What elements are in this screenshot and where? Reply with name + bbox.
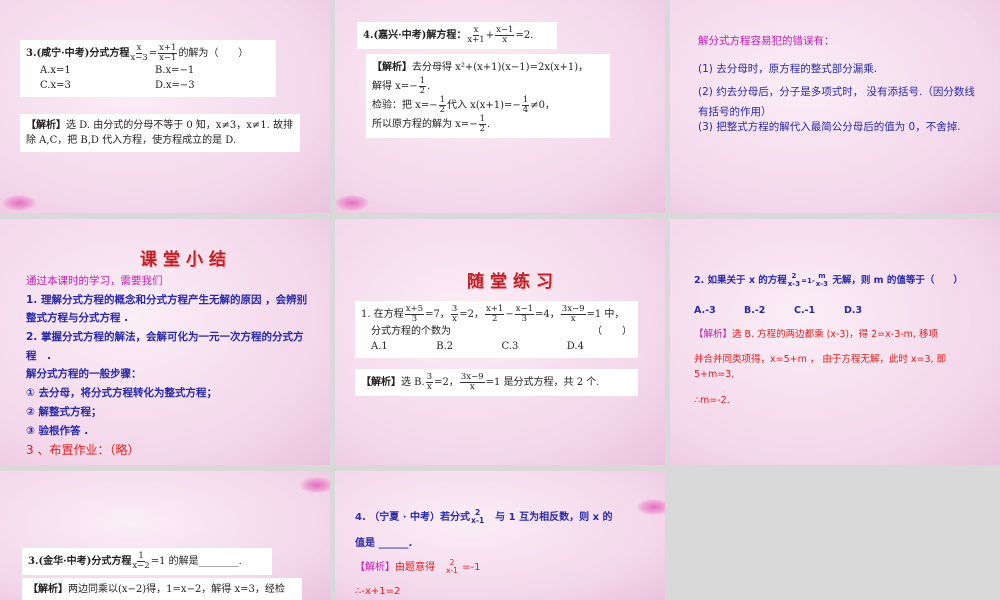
- option-d: D.x=−3: [155, 79, 195, 91]
- summary-content: 通过本课时的学习，需要我们 1. 理解分式方程的概念和分式方程产生无解的原因 ，…: [26, 272, 308, 462]
- option-d: D.3: [844, 305, 863, 316]
- flower-decoration: [2, 195, 36, 211]
- list-item: 解分式方程的一般步骤：: [26, 368, 142, 381]
- fraction: x x−3: [130, 43, 148, 63]
- slide-5[interactable]: 随堂练习 1. 在方程 x+5 3 =7， 3 x =2， x+1 2− x−1 3 =4， 3x−9 x…: [335, 219, 665, 465]
- question-box: 1. 在方程 x+5 3 =7， 3 x =2， x+1 2− x−1 3 =4， 3x−9 x =1 中，…: [355, 301, 638, 358]
- list-item: 2. 掌握分式方程的解法，会解可化为一元一次方程的分式方程 .: [26, 331, 304, 362]
- flower-decoration: [335, 195, 369, 211]
- fraction: x+1 x−1: [158, 43, 178, 63]
- list-item: ① 去分母，将分式方程转化为整式方程；: [26, 387, 218, 400]
- option-c: C.3: [501, 340, 519, 352]
- question-box: 3.(咸宁·中考)分式方程 x x−3 = x+1 x−1 的解为（ ） A.x=1 B.x=…: [20, 40, 276, 97]
- list-item: 1. 理解分式方程的概念和分式方程产生无解的原因 ，会辨别整式方程与分式方程 .: [26, 293, 308, 325]
- slide-1[interactable]: 3.(咸宁·中考)分式方程 x x−3 = x+1 x−1 的解为（ ） A.x=1 B.x=…: [0, 0, 330, 213]
- list-item: (3) 把整式方程的解代入最简公分母后的值为 0，不舍掉.: [698, 121, 961, 134]
- option-c: C.x=3: [40, 79, 71, 91]
- slide-2[interactable]: 4.(嘉兴·中考)解方程： x x+1 + x−1 x =2. 【解析】去分母得 x²+(x…: [335, 0, 665, 213]
- options: A.-3 B.-2 C.-1 D.3: [694, 303, 894, 320]
- option-b: B.x=−1: [155, 64, 195, 76]
- analysis-text: 【解析】选 B. 方程的两边都乘 (x-3)，得 2=x-3-m, 移项 并合并…: [694, 329, 947, 406]
- option-d: D.4: [566, 340, 584, 352]
- question-text: 4. （宁夏 · 中考）若分式 2 x-1 与 1 互为相反数，则 x 的: [355, 508, 613, 525]
- list-item: ② 解整式方程；: [26, 405, 102, 418]
- slide-4[interactable]: 课堂小结 通过本课时的学习，需要我们 1. 理解分式方程的概念和分式方程产生无解…: [0, 219, 330, 465]
- analysis-text: 【解析】由题意得 2 x-1 =-1: [355, 558, 481, 575]
- slide-heading: 解分式方程容易犯的错误有：: [698, 35, 835, 47]
- analysis-line3: ∴-x+1=2: [355, 586, 401, 597]
- slide-title: 课堂小结: [140, 250, 232, 270]
- option-a: A.-3: [694, 305, 716, 316]
- slide-8[interactable]: 4. （宁夏 · 中考）若分式 2 x-1 与 1 互为相反数，则 x 的 值是 _…: [335, 471, 665, 600]
- analysis-box: 【解析】选 D. 由分式的分母不等于 0 知，x≠3，x≠1. 故排除 A,C，…: [20, 114, 300, 152]
- homework-text: 3 、布置作业：（略）: [26, 443, 140, 458]
- intro-text: 通过本课时的学习，需要我们: [26, 275, 163, 287]
- slide-7[interactable]: 3.(金华·中考)分式方程 1 x−2 =1 的解是________. 【解析】两边同…: [0, 471, 330, 600]
- option-a: A.x=1: [40, 64, 71, 76]
- analysis-box: 【解析】去分母得 x²+(x+1)(x−1)=2x(x+1)， 解得 x=− 1 2…: [366, 54, 610, 138]
- slide-title: 随堂练习: [467, 272, 559, 292]
- analysis-box: 【解析】两边同乘以(x−2)得，1=x−2，解得 x=3，经检: [22, 578, 302, 600]
- error-list: (1) 去分母时，原方程的整式部分漏乘. (2) 约去分母后，分子是多项式时， …: [698, 60, 983, 138]
- list-item: ③ 验根作答 .: [26, 424, 89, 437]
- option-b: B.2: [436, 340, 454, 352]
- list-item: (1) 去分母时，原方程的整式部分漏乘.: [698, 63, 878, 75]
- option-b: B.-2: [744, 305, 766, 316]
- option-a: A.1: [371, 340, 388, 352]
- question-line2: 值是 ______.: [355, 538, 413, 549]
- slide-6[interactable]: 2. 如果关于 x 的方程 2 x-3 =1- m x-3 无解，则 m 的值等于（ ） …: [670, 219, 1000, 465]
- analysis-text: 选 D. 由分式的分母不等于 0 知，x≠3，x≠1. 故排除 A,C，把 B,…: [26, 120, 294, 146]
- question-text: 3.(咸宁·中考)分式方程: [26, 47, 130, 59]
- slide-3[interactable]: 解分式方程容易犯的错误有： (1) 去分母时，原方程的整式部分漏乘. (2) 约…: [670, 0, 1000, 213]
- question-box: 3.(金华·中考)分式方程 1 x−2 =1 的解是________.: [22, 548, 272, 575]
- list-item: (2) 约去分母后，分子是多项式时， 没有添括号.（因分数线有括号的作用）: [698, 86, 975, 118]
- question-box: 4.(嘉兴·中考)解方程： x x+1 + x−1 x =2.: [357, 22, 557, 49]
- option-c: C.-1: [794, 305, 816, 316]
- question-text: 2. 如果关于 x 的方程 2 x-3 =1- m x-3 无解，则 m 的值等于（ ）: [694, 272, 963, 288]
- flower-decoration: [300, 477, 330, 493]
- empty-cell: [670, 471, 1000, 600]
- analysis-box: 【解析】选 B. 3 x =2， 3x−9 x =1 是分式方程，共 2 个.: [355, 369, 638, 396]
- flower-decoration: [637, 499, 665, 515]
